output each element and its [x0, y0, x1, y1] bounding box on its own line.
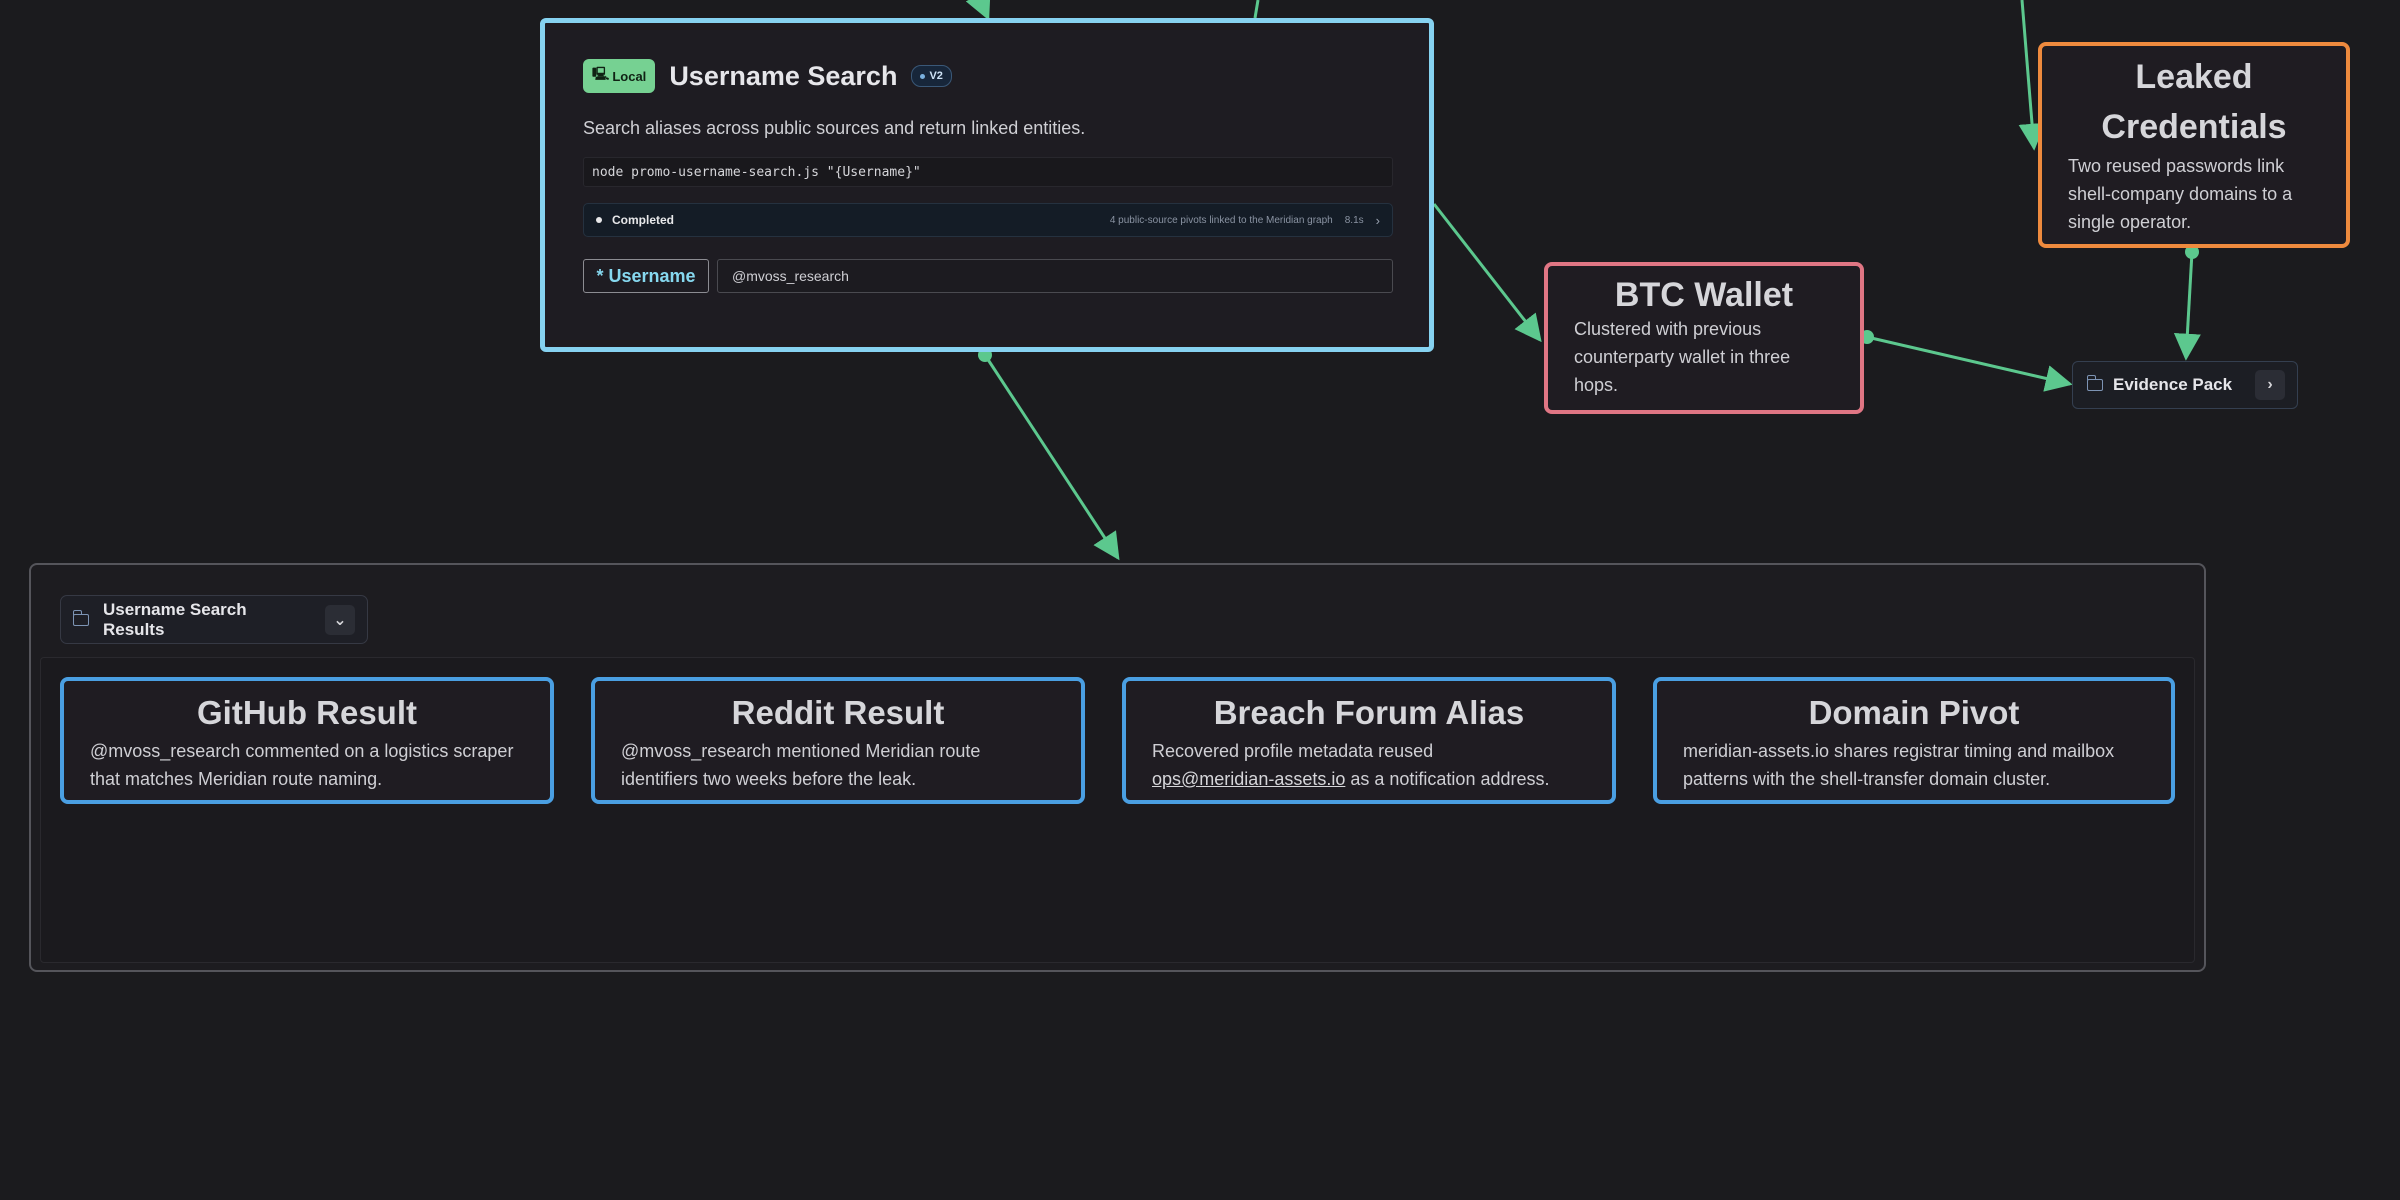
leaked-credentials-title: Leaked Credentials — [2101, 58, 2287, 146]
version-dot-icon — [920, 73, 926, 79]
username-search-node[interactable]: 🖳 Local Username Search V2 Search aliase… — [540, 18, 1434, 352]
version-label: V2 — [929, 70, 943, 82]
edge-top-incoming-1 — [965, 0, 991, 21]
folder-icon — [72, 609, 89, 626]
edge-tool-to-group — [983, 354, 1120, 561]
card-title: GitHub Result — [197, 694, 417, 731]
username-input[interactable] — [717, 259, 1393, 293]
leaked-credentials-text: Two reused passwords link shell-company … — [2068, 156, 2293, 232]
tool-node-header: 🖳 Local Username Search V2 — [583, 59, 952, 93]
breach-forum-alias-card[interactable]: Breach Forum Alias Recovered profile met… — [1122, 677, 1616, 804]
tool-node-title: Username Search — [669, 60, 898, 91]
computer-icon: 🖳 — [592, 66, 610, 81]
btc-wallet-text: Clustered with previous counterparty wal… — [1574, 319, 1791, 395]
username-param-label: * Username — [583, 259, 709, 293]
collapse-group-button[interactable]: ⌄ — [325, 604, 355, 635]
local-badge-label: Local — [612, 68, 647, 84]
version-badge: V2 — [911, 65, 952, 87]
tool-node-description: Search aliases across public sources and… — [583, 118, 1086, 138]
leaked-credentials-node[interactable]: Leaked Credentials Two reused passwords … — [2038, 42, 2350, 248]
domain-pivot-card[interactable]: Domain Pivot meridian-assets.io shares r… — [1653, 677, 2175, 804]
email-link[interactable]: ops@meridian-assets.io — [1152, 769, 1345, 789]
results-group-label: Username Search Results — [103, 599, 247, 639]
run-status-bar[interactable]: Completed 4 public-source pivots linked … — [583, 203, 1393, 237]
card-text: @mvoss_research commented on a logistics… — [90, 741, 514, 789]
folder-icon — [2086, 375, 2103, 391]
status-label: Completed — [612, 213, 675, 227]
evidence-pack-label: Evidence Pack — [2113, 375, 2233, 394]
reddit-result-card[interactable]: Reddit Result @mvoss_research mentioned … — [591, 677, 1085, 804]
btc-wallet-node[interactable]: BTC Wallet Clustered with previous count… — [1544, 262, 1864, 414]
evidence-pack-node[interactable]: Evidence Pack › — [2072, 361, 2298, 409]
expand-evidence-pack-button[interactable]: › — [2255, 370, 2285, 400]
edge-top-incoming-2 — [1253, 0, 1260, 19]
btc-wallet-title: BTC Wallet — [1614, 276, 1794, 314]
edge-tool-to-btc — [1432, 203, 1542, 343]
card-text-after: as a notification address. — [1350, 769, 1550, 789]
status-duration: 8.1s — [1344, 214, 1364, 226]
results-group-header[interactable]: Username Search Results ⌄ — [60, 595, 368, 644]
github-result-card[interactable]: GitHub Result @mvoss_research commented … — [60, 677, 554, 804]
card-text: meridian-assets.io shares registrar timi… — [1683, 741, 2115, 789]
card-text-before: Recovered profile metadata reused — [1152, 741, 1434, 761]
local-badge: 🖳 Local — [583, 59, 656, 93]
edge-top-to-leak — [2018, 0, 2046, 151]
chevron-right-icon[interactable]: › — [1376, 213, 1380, 228]
edge-btc-to-evidence — [1866, 335, 2073, 392]
card-title: Domain Pivot — [1808, 694, 2020, 731]
card-title: Reddit Result — [731, 694, 945, 731]
card-text: @mvoss_research mentioned Meridian route… — [621, 741, 981, 789]
edge-leak-to-evidence — [2173, 251, 2201, 361]
card-text: Recovered profile metadata reused ops@mer… — [1152, 737, 1586, 793]
status-dot-icon — [596, 217, 602, 223]
card-title: Breach Forum Alias — [1213, 694, 1525, 731]
status-summary: 4 public-source pivots linked to the Mer… — [1109, 214, 1333, 226]
command-line: node promo-username-search.js "{Username… — [583, 157, 1393, 187]
